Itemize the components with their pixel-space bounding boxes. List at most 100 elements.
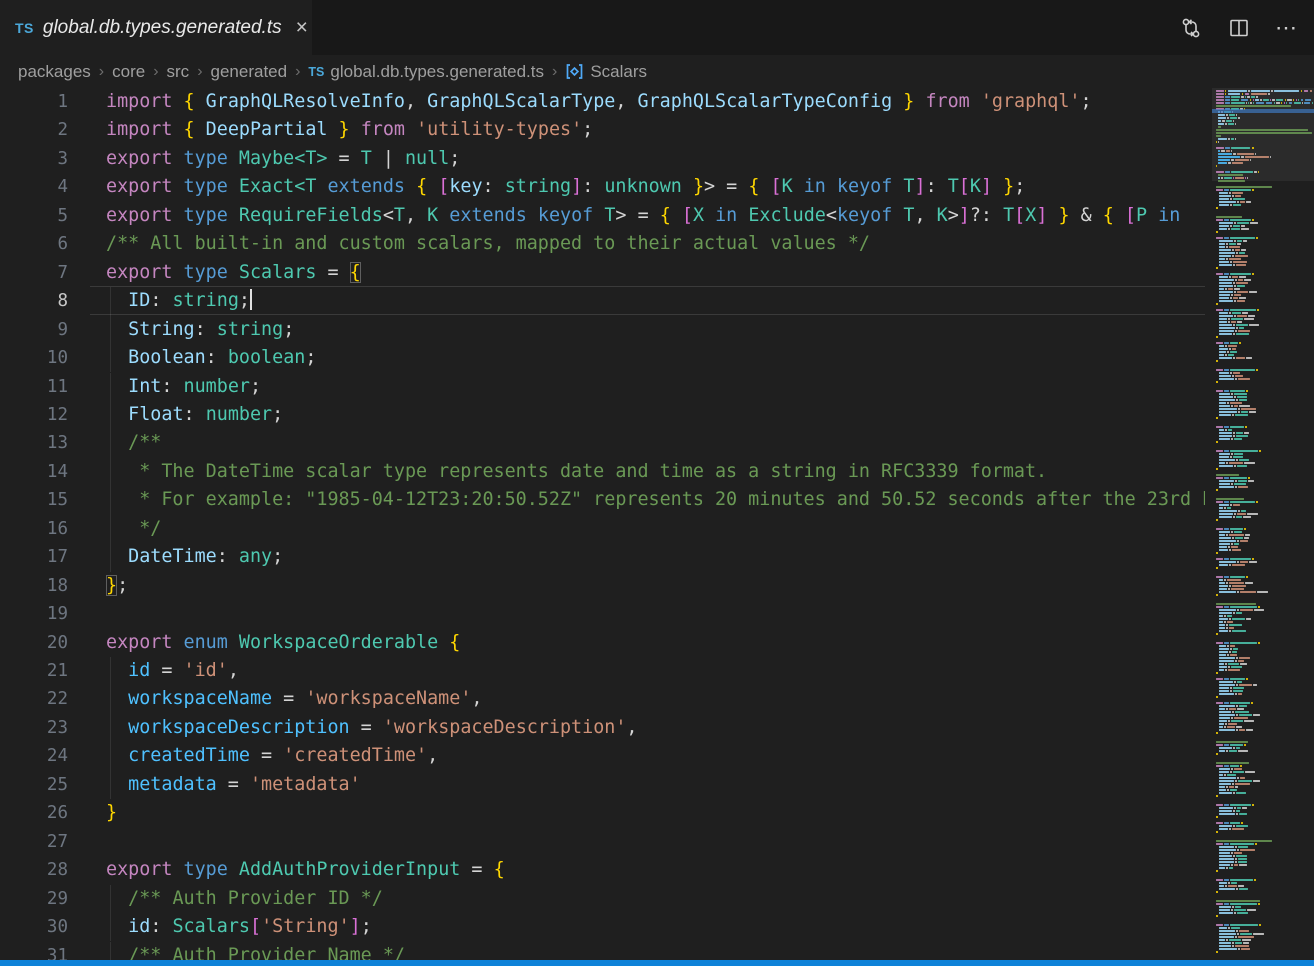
line-number[interactable]: 20 (0, 629, 68, 657)
code-line-14[interactable]: * The DateTime scalar type represents da… (106, 458, 1205, 486)
indent-guide (110, 515, 111, 543)
indent-guide (110, 885, 111, 913)
code-line-5[interactable]: export type RequireFields<T, K extends k… (106, 202, 1205, 230)
breadcrumb: packages›core›src›generated›TSglobal.db.… (0, 55, 1314, 88)
minimap-current-line (1212, 109, 1314, 113)
indent-guide (110, 913, 111, 941)
line-number[interactable]: 27 (0, 828, 68, 856)
line-number[interactable]: 13 (0, 429, 68, 457)
line-number[interactable]: 22 (0, 685, 68, 713)
line-number[interactable]: 23 (0, 714, 68, 742)
code-line-20[interactable]: export enum WorkspaceOrderable { (106, 629, 1205, 657)
line-number[interactable]: 4 (0, 173, 68, 201)
line-number[interactable]: 3 (0, 145, 68, 173)
breadcrumb-label: Scalars (590, 62, 647, 82)
tab-title: global.db.types.generated.ts (43, 17, 282, 39)
code-line-24[interactable]: createdTime = 'createdTime', (106, 742, 1205, 770)
more-actions-icon[interactable]: ⋯ (1270, 11, 1304, 45)
code-line-23[interactable]: workspaceDescription = 'workspaceDescrip… (106, 714, 1205, 742)
line-number[interactable]: 2 (0, 116, 68, 144)
code-line-29[interactable]: /** Auth Provider ID */ (106, 885, 1205, 913)
code-line-8[interactable]: ID: string; (106, 287, 1205, 315)
code-line-2[interactable]: import { DeepPartial } from 'utility-typ… (106, 116, 1205, 144)
breadcrumb-item-src[interactable]: src (167, 62, 190, 82)
code-line-28[interactable]: export type AddAuthProviderInput = { (106, 856, 1205, 884)
status-bar-edge (0, 960, 1314, 966)
line-number[interactable]: 14 (0, 458, 68, 486)
line-number[interactable]: 17 (0, 543, 68, 571)
code-line-27[interactable] (106, 828, 1205, 856)
vscode-window: TS global.db.types.generated.ts × (0, 0, 1314, 966)
line-number[interactable]: 30 (0, 913, 68, 941)
breadcrumb-item-global-db-types-generated-ts[interactable]: TS global.db.types.generated.ts (308, 62, 544, 82)
code-line-31[interactable]: /** Auth Provider Name */ (106, 942, 1205, 961)
line-number[interactable]: 21 (0, 657, 68, 685)
code-line-10[interactable]: Boolean: boolean; (106, 344, 1205, 372)
line-number[interactable]: 25 (0, 771, 68, 799)
breadcrumb-separator: › (295, 63, 300, 81)
line-number[interactable]: 9 (0, 316, 68, 344)
indent-guide (110, 657, 111, 685)
close-tab-icon[interactable]: × (296, 17, 308, 38)
code-line-3[interactable]: export type Maybe<T> = T | null; (106, 145, 1205, 173)
line-number[interactable]: 19 (0, 600, 68, 628)
code-line-22[interactable]: workspaceName = 'workspaceName', (106, 685, 1205, 713)
tab-bar: TS global.db.types.generated.ts × (0, 0, 1314, 55)
line-number[interactable]: 15 (0, 486, 68, 514)
code-line-16[interactable]: */ (106, 515, 1205, 543)
code-line-15[interactable]: * For example: "1985-04-12T23:20:50.52Z"… (106, 486, 1205, 514)
line-number[interactable]: 12 (0, 401, 68, 429)
code-line-7[interactable]: export type Scalars = { (106, 259, 1205, 287)
code-line-13[interactable]: /** (106, 429, 1205, 457)
code-line-26[interactable]: } (106, 799, 1205, 827)
tab-global-db-types[interactable]: TS global.db.types.generated.ts × (0, 0, 312, 55)
breadcrumb-item-packages[interactable]: packages (18, 62, 91, 82)
line-number[interactable]: 11 (0, 373, 68, 401)
code-line-25[interactable]: metadata = 'metadata' (106, 771, 1205, 799)
code-line-17[interactable]: DateTime: any; (106, 543, 1205, 571)
line-number[interactable]: 5 (0, 202, 68, 230)
split-editor-icon[interactable] (1222, 11, 1256, 45)
code-line-19[interactable] (106, 600, 1205, 628)
breadcrumb-label: global.db.types.generated.ts (330, 62, 544, 82)
breadcrumb-item-scalars[interactable]: Scalars (565, 62, 647, 82)
line-number[interactable]: 7 (0, 259, 68, 287)
code-line-30[interactable]: id: Scalars['String']; (106, 913, 1205, 941)
line-number[interactable]: 26 (0, 799, 68, 827)
line-number[interactable]: 1 (0, 88, 68, 116)
breadcrumb-item-core[interactable]: core (112, 62, 145, 82)
code-line-6[interactable]: /** All built-in and custom scalars, map… (106, 230, 1205, 258)
code-line-12[interactable]: Float: number; (106, 401, 1205, 429)
line-number[interactable]: 18 (0, 572, 68, 600)
line-number[interactable]: 24 (0, 742, 68, 770)
indent-guide (110, 771, 111, 799)
text-cursor (250, 289, 252, 310)
line-number[interactable]: 29 (0, 885, 68, 913)
minimap[interactable] (1212, 88, 1314, 960)
code-line-9[interactable]: String: string; (106, 316, 1205, 344)
typescript-file-icon: TS (308, 65, 324, 79)
line-number[interactable]: 10 (0, 344, 68, 372)
indent-guide (110, 458, 111, 486)
indent-guide (110, 714, 111, 742)
code-line-18[interactable]: }; (106, 572, 1205, 600)
indent-guide (110, 685, 111, 713)
line-number[interactable]: 8 (0, 287, 68, 315)
breadcrumb-item-generated[interactable]: generated (211, 62, 288, 82)
indent-guide (110, 942, 111, 961)
indent-guide (110, 316, 111, 344)
code-line-21[interactable]: id = 'id', (106, 657, 1205, 685)
open-changes-icon[interactable] (1174, 11, 1208, 45)
line-number[interactable]: 28 (0, 856, 68, 884)
breadcrumb-label: src (167, 62, 190, 82)
indent-guide (110, 373, 111, 401)
line-number[interactable]: 16 (0, 515, 68, 543)
line-number[interactable]: 6 (0, 230, 68, 258)
line-number-gutter: 1234567891011121314151617181920212223242… (0, 88, 90, 960)
breadcrumb-separator: › (197, 63, 202, 81)
code-line-1[interactable]: import { GraphQLResolveInfo, GraphQLScal… (106, 88, 1205, 116)
code-line-4[interactable]: export type Exact<T extends { [key: stri… (106, 173, 1205, 201)
code-line-11[interactable]: Int: number; (106, 373, 1205, 401)
breadcrumb-label: packages (18, 62, 91, 82)
code-area[interactable]: import { GraphQLResolveInfo, GraphQLScal… (106, 88, 1205, 960)
